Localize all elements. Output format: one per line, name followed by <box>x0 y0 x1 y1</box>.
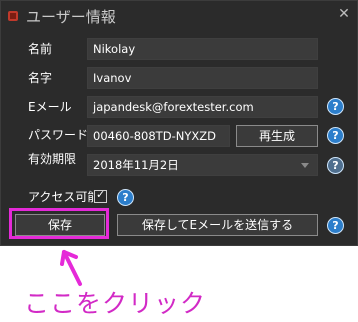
window-title: ユーザー情報 <box>26 8 116 26</box>
password-help-icon[interactable]: ? <box>327 127 344 144</box>
expiry-date-select[interactable]: 2018年11月2日 <box>87 154 318 176</box>
title-bar: ユーザー情報 ✕ <box>1 1 357 31</box>
email-field[interactable]: japandesk@forextester.com <box>87 96 318 118</box>
save-and-send-email-button[interactable]: 保存してEメールを送信する <box>117 214 318 236</box>
regenerate-button[interactable]: 再生成 <box>236 125 318 147</box>
highlight-box <box>9 208 109 239</box>
annotation-text: ここをクリック <box>24 289 207 318</box>
email-label: Eメール <box>28 100 72 114</box>
first-name-field[interactable]: Nikolay <box>87 38 318 60</box>
email-help-icon[interactable]: ? <box>327 98 344 115</box>
access-help-icon[interactable]: ? <box>117 189 134 206</box>
checkmark-icon: ✓ <box>96 188 106 201</box>
send-help-icon[interactable]: ? <box>327 217 344 234</box>
expiry-date-value: 2018年11月2日 <box>93 158 179 172</box>
last-name-field[interactable]: Ivanov <box>87 67 318 89</box>
close-icon[interactable]: ✕ <box>337 7 351 21</box>
first-name-label: 名前 <box>28 42 53 56</box>
access-label: アクセス可能 <box>28 190 100 204</box>
expiry-help-icon[interactable]: ? <box>327 157 344 174</box>
expiry-label: 有効期限 <box>28 152 77 166</box>
chevron-down-icon <box>301 163 309 168</box>
password-label: パスワード <box>28 128 89 142</box>
app-icon <box>8 11 18 21</box>
last-name-label: 名字 <box>28 71 53 85</box>
password-field[interactable]: 00460-808TD-NYXZD <box>87 125 230 147</box>
access-checkbox[interactable]: ✓ <box>94 188 107 203</box>
